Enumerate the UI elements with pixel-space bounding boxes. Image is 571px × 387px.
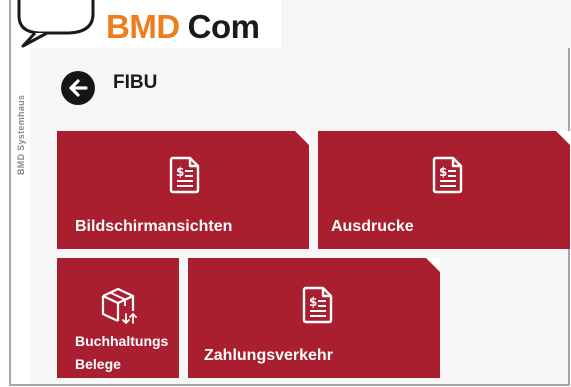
brand-logo: BMD Com [106, 8, 260, 46]
brand-name-bmd: BMD [106, 8, 180, 45]
tile-label-line1: Buchhaltungs [75, 333, 169, 349]
tile-corner-marker [295, 131, 309, 145]
tile-label: Bildschirmansichten [75, 218, 233, 235]
arrow-left-icon [69, 79, 88, 97]
tile-ausdrucke[interactable]: $ Ausdrucke [318, 131, 570, 249]
tile-buchhaltungs-belege[interactable]: Buchhaltungs Belege [57, 258, 179, 378]
invoice-document-icon: $ [169, 156, 200, 194]
tile-bildschirmansichten[interactable]: $ Bildschirmansichten [57, 131, 309, 249]
svg-text:$: $ [439, 165, 447, 179]
svg-text:$: $ [309, 295, 317, 309]
svg-text:$: $ [176, 165, 184, 179]
tile-zahlungsverkehr[interactable]: $ Zahlungsverkehr [188, 258, 440, 378]
package-box-icon [101, 287, 137, 324]
back-button[interactable] [61, 71, 95, 105]
vendor-label: BMD Systemhaus [16, 94, 26, 175]
tile-corner-marker [426, 258, 440, 272]
page-title: FIBU [113, 72, 158, 93]
tile-corner-marker [556, 131, 570, 145]
header-background [281, 0, 571, 48]
invoice-document-icon: $ [432, 156, 463, 194]
brand-name-com: Com [187, 8, 260, 45]
tile-label-line2: Belege [75, 356, 121, 372]
tile-label: Zahlungsverkehr [204, 347, 333, 364]
tile-label: Ausdrucke [331, 218, 414, 235]
invoice-document-icon: $ [302, 286, 333, 324]
speech-bubble-logo-icon [13, 0, 103, 48]
